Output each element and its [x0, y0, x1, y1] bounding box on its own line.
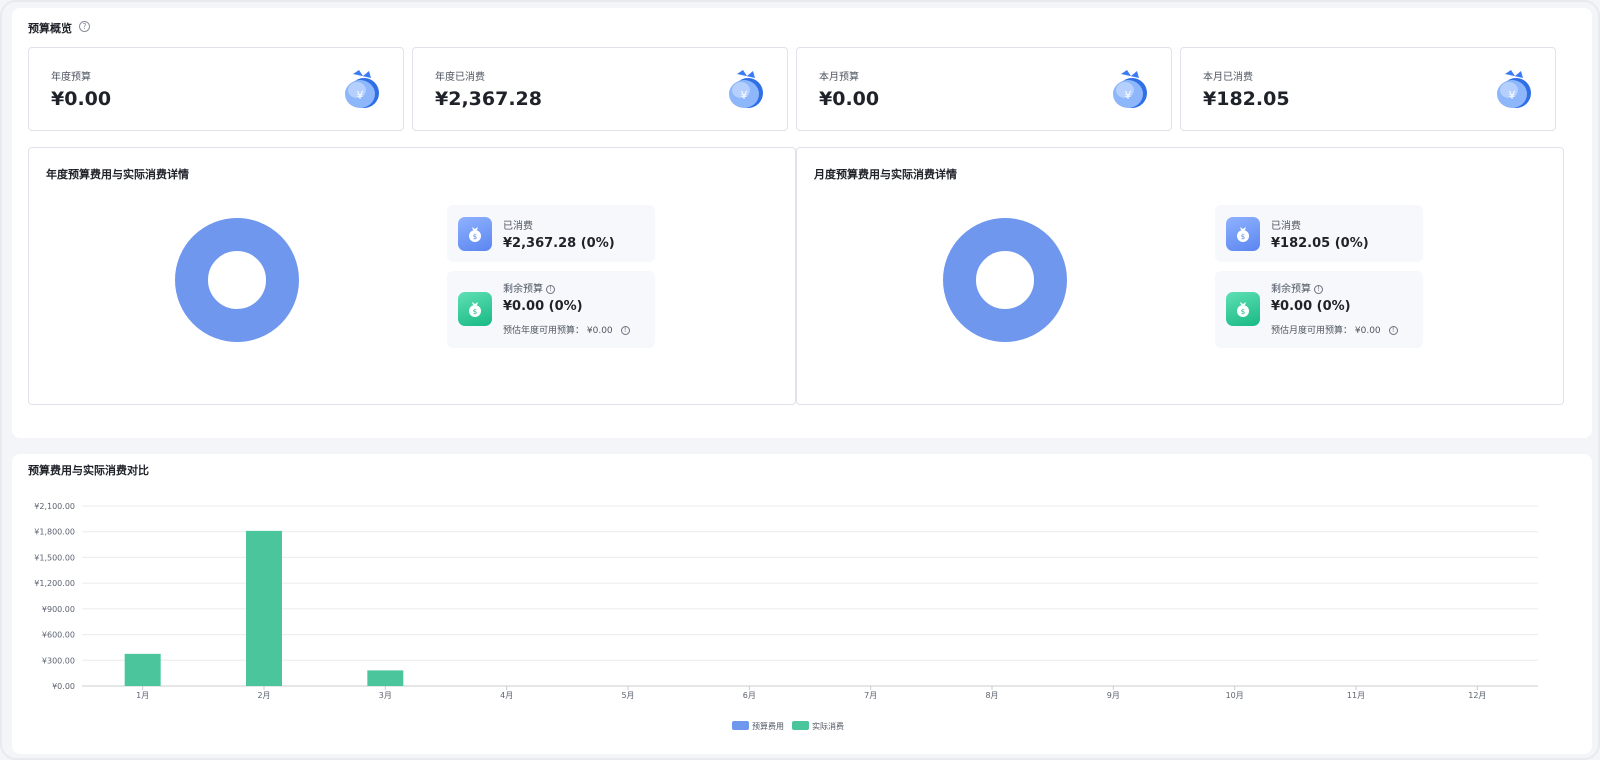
remaining-info-box: $ 剩余预算! ¥0.00 (0%) 预估年度可用预算： ¥0.00! [447, 271, 655, 348]
y-tick-label: ¥600.00 [42, 631, 75, 640]
x-tick-label: 4月 [500, 691, 513, 700]
svg-text:$: $ [473, 308, 477, 316]
stat-value: ¥0.00 [51, 88, 112, 110]
annual-donut-chart[interactable] [175, 218, 299, 342]
x-tick-label: 1月 [136, 691, 149, 700]
estimate-row: 预估月度可用预算： ¥0.00! [1271, 323, 1398, 336]
comparison-panel: 预算费用与实际消费对比 ¥0.00 ¥300.00 ¥600.00 ¥900.00 ¥1… [12, 454, 1592, 754]
legend-swatch [732, 721, 749, 730]
stat-card-annual-spent: 年度已消费 ¥2,367.28 ¥ [412, 47, 788, 131]
remaining-value: ¥0.00 (0%) [503, 299, 583, 314]
spent-info-box: $ 已消费 ¥2,367.28 (0%) [447, 205, 655, 262]
spent-label: 已消费 [1271, 221, 1301, 232]
y-tick-label: ¥1,500.00 [34, 553, 75, 562]
overview-title: 预算概览 [28, 22, 72, 35]
stat-card-monthly-spent: 本月已消费 ¥182.05 ¥ [1180, 47, 1556, 131]
spent-value: ¥182.05 (0%) [1271, 236, 1369, 251]
money-bag-icon: $ [458, 292, 492, 326]
money-bag-icon: $ [1226, 292, 1260, 326]
svg-text:¥: ¥ [357, 89, 364, 102]
bar-actual [246, 530, 282, 686]
monthly-detail-card: 月度预算费用与实际消费详情 $ 已消费 ¥182.05 (0%) $ 剩余预算!… [796, 147, 1564, 405]
info-icon[interactable]: ! [620, 326, 630, 335]
stat-value: ¥0.00 [819, 88, 880, 110]
x-tick-label: 5月 [621, 691, 634, 700]
legend-swatch [792, 721, 809, 730]
donut-ring[interactable] [943, 218, 1067, 342]
y-tick-label: ¥900.00 [42, 605, 75, 614]
svg-text:¥: ¥ [741, 89, 748, 102]
svg-text:$: $ [1241, 308, 1245, 316]
money-bag-icon: ¥ [1113, 70, 1147, 108]
stat-label: 年度已消费 [435, 72, 485, 83]
detail-title: 年度预算费用与实际消费详情 [46, 168, 189, 181]
info-icon[interactable]: ! [1388, 326, 1398, 335]
app-frame: 预算概览 ? 年度预算 ¥0.00 ¥ 年度已消费 ¥2,367.28 ¥ 本月… [0, 0, 1600, 760]
comparison-bar-chart: ¥0.00 ¥300.00 ¥600.00 ¥900.00 ¥1,200.00 ¥1,50… [34, 502, 1538, 731]
question-icon[interactable]: ? [79, 21, 90, 32]
budget-overview-panel: 预算概览 ? 年度预算 ¥0.00 ¥ 年度已消费 ¥2,367.28 ¥ 本月… [12, 8, 1592, 438]
stat-label: 年度预算 [51, 72, 91, 83]
spent-label: 已消费 [503, 221, 533, 232]
spent-info-box: $ 已消费 ¥182.05 (0%) [1215, 205, 1423, 262]
legend-label: 预算费用 [752, 721, 784, 731]
svg-text:$: $ [473, 233, 477, 241]
remaining-label: 剩余预算! [503, 280, 555, 295]
info-icon[interactable]: ! [1314, 285, 1323, 294]
annual-detail-card: 年度预算费用与实际消费详情 $ 已消费 ¥2,367.28 (0%) $ 剩余预… [28, 147, 796, 405]
stat-label: 本月预算 [819, 72, 859, 83]
x-tick-label: 6月 [743, 691, 756, 700]
bar-actual [367, 670, 404, 686]
detail-title: 月度预算费用与实际消费详情 [814, 168, 957, 181]
money-bag-icon: ¥ [729, 70, 763, 108]
remaining-info-box: $ 剩余预算! ¥0.00 (0%) 预估月度可用预算： ¥0.00! [1215, 271, 1423, 348]
y-tick-label: ¥0.00 [52, 682, 75, 691]
money-bag-icon: $ [1226, 217, 1260, 251]
stat-label: 本月已消费 [1203, 72, 1253, 83]
bar-actual [124, 653, 161, 686]
x-tick-label: 10月 [1226, 691, 1244, 700]
svg-text:¥: ¥ [1125, 89, 1132, 102]
remaining-value: ¥0.00 (0%) [1271, 299, 1351, 314]
x-tick-label: 12月 [1468, 691, 1486, 700]
remaining-label: 剩余预算! [1271, 280, 1323, 295]
svg-text:$: $ [1241, 233, 1245, 241]
x-tick-label: 9月 [1107, 691, 1120, 700]
y-tick-label: ¥1,800.00 [34, 528, 75, 537]
svg-text:¥: ¥ [1509, 89, 1516, 102]
estimate-row: 预估年度可用预算： ¥0.00! [503, 323, 630, 336]
y-tick-label: ¥2,100.00 [34, 502, 75, 511]
stat-value: ¥2,367.28 [435, 88, 542, 110]
x-tick-label: 7月 [864, 691, 877, 700]
stat-card-annual-budget: 年度预算 ¥0.00 ¥ [28, 47, 404, 131]
info-icon[interactable]: ! [546, 285, 555, 294]
x-tick-label: 8月 [985, 691, 998, 700]
legend-label: 实际消费 [812, 721, 844, 731]
money-bag-icon: ¥ [1497, 70, 1531, 108]
stat-card-monthly-budget: 本月预算 ¥0.00 ¥ [796, 47, 1172, 131]
spent-value: ¥2,367.28 (0%) [503, 236, 615, 251]
x-tick-label: 11月 [1347, 691, 1365, 700]
stat-value: ¥182.05 [1203, 88, 1290, 110]
money-bag-icon: $ [458, 217, 492, 251]
x-tick-label: 3月 [379, 691, 392, 700]
x-tick-label: 2月 [257, 691, 270, 700]
y-tick-label: ¥300.00 [42, 656, 75, 665]
monthly-donut-chart[interactable] [943, 218, 1067, 342]
money-bag-icon: ¥ [345, 70, 379, 108]
y-tick-label: ¥1,200.00 [34, 579, 75, 588]
donut-ring[interactable] [175, 218, 299, 342]
